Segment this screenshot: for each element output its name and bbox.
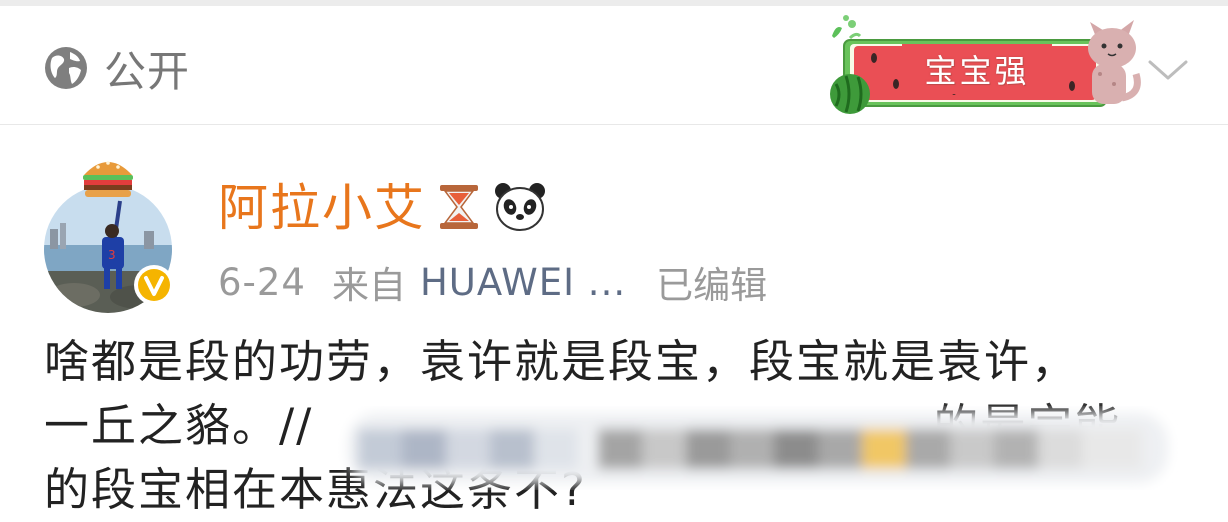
- content-line-2-prefix: 一丘之貉。//: [44, 399, 314, 452]
- edited-label[interactable]: 已编辑: [656, 255, 767, 309]
- post-date: 6-24: [218, 260, 306, 304]
- badge-text: 宝宝强: [924, 52, 1030, 90]
- author-name[interactable]: 阿拉小艾: [218, 175, 426, 241]
- avatar-wrap: 3: [44, 155, 184, 313]
- hamburger-decoration-icon: [83, 161, 133, 197]
- splash-decoration: [832, 15, 862, 40]
- verified-v-icon: [134, 265, 174, 305]
- visibility-label: 公开: [104, 46, 191, 96]
- watermelon-ball: [830, 74, 870, 114]
- hourglass-emoji-icon: [440, 185, 478, 229]
- content-line-1: 啥都是段的功劳，袁许就是段宝，段宝就是袁许，: [44, 335, 1079, 388]
- visibility-toggle[interactable]: 公开: [42, 40, 190, 96]
- cat-figure: [1088, 20, 1141, 104]
- source-prefix: 来自: [331, 264, 406, 307]
- globe-icon: [45, 47, 87, 89]
- panda-emoji-icon: [495, 183, 545, 231]
- svg-text:3: 3: [108, 248, 116, 262]
- post-meta: 6-24 来自 HUAWEI ... 已编辑: [218, 255, 767, 309]
- chevron-down-icon[interactable]: [1142, 46, 1194, 94]
- blurred-mosaic-overlay: [348, 413, 1168, 483]
- device-source-link[interactable]: HUAWEI ...: [420, 261, 626, 304]
- visibility-bar: 公开 宝宝强: [0, 6, 1228, 125]
- weibo-post: 3 阿拉小艾 6-24 来自 HUAWEI ... 已编辑 啥都是段的功劳，袁许…: [0, 125, 1228, 516]
